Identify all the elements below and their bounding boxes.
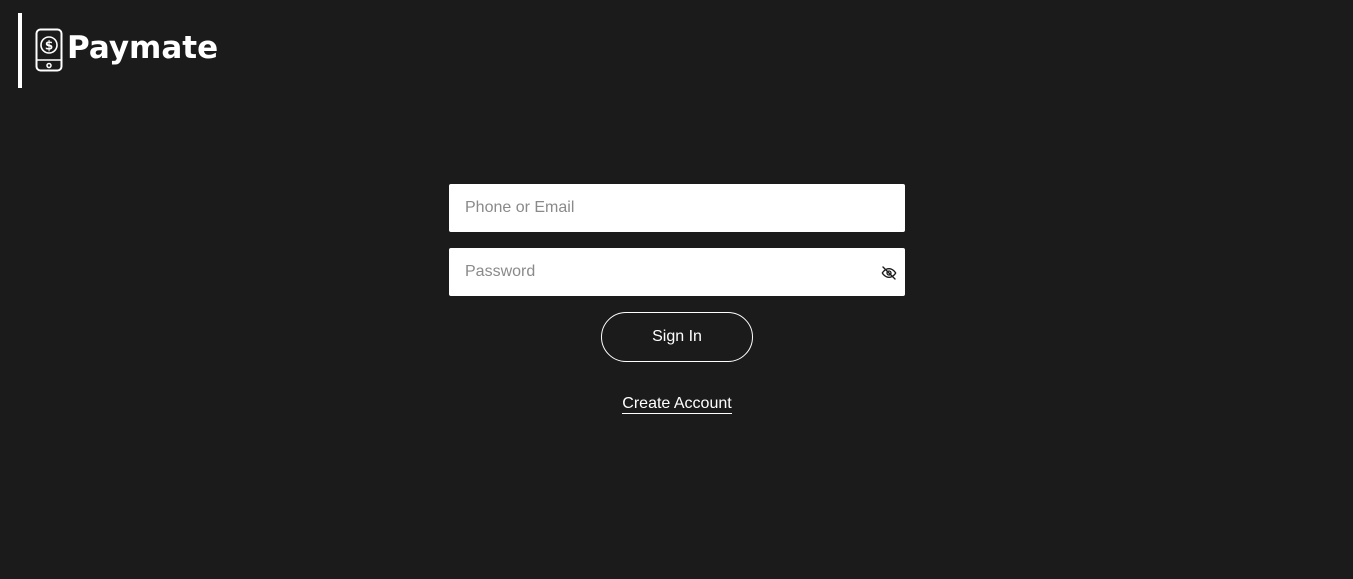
password-field — [449, 248, 905, 296]
login-page: $ Paymate Sign In Create Account — [0, 0, 1353, 579]
identifier-input[interactable] — [449, 184, 905, 232]
svg-text:$: $ — [45, 38, 53, 52]
password-input[interactable] — [449, 248, 905, 296]
brand-header: $ Paymate — [18, 13, 218, 88]
sign-in-row: Sign In — [449, 312, 905, 362]
eye-off-icon[interactable] — [880, 264, 897, 281]
phone-dollar-icon: $ — [34, 27, 64, 73]
sign-in-button[interactable]: Sign In — [601, 312, 753, 362]
login-form: Sign In Create Account — [449, 184, 905, 414]
create-account-row: Create Account — [449, 395, 905, 414]
create-account-link[interactable]: Create Account — [622, 395, 732, 414]
brand-name: Paymate — [67, 29, 219, 66]
brand-accent-bar — [18, 13, 22, 88]
identifier-field — [449, 184, 905, 232]
